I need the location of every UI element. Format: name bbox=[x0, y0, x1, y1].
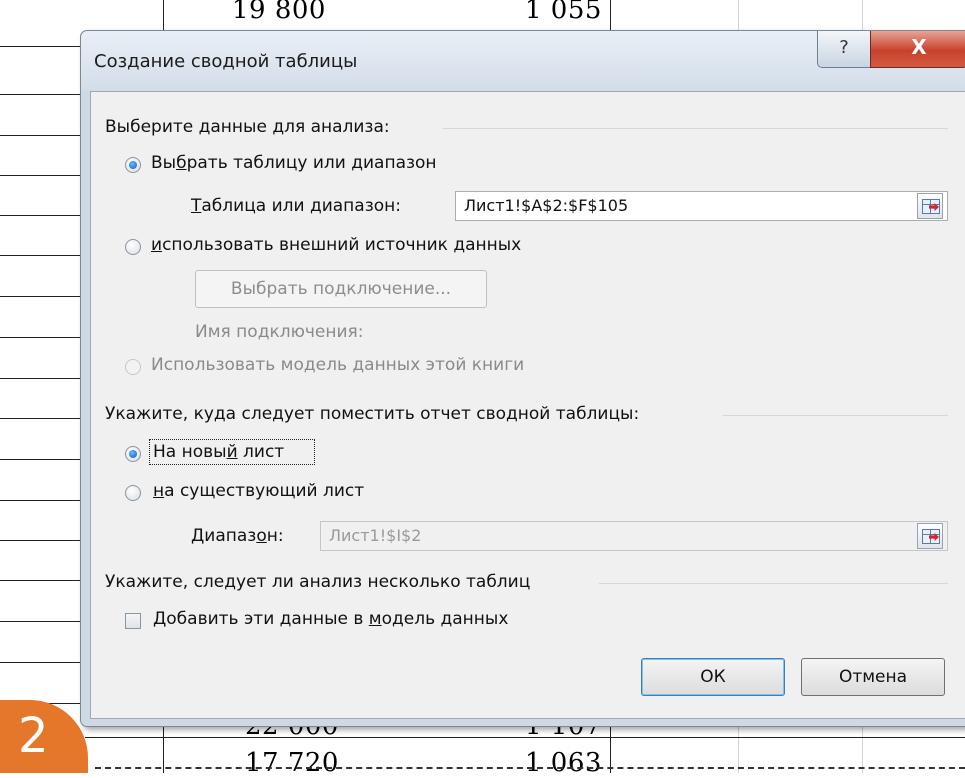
cell-value: 19 800 bbox=[232, 0, 326, 25]
row-gridline bbox=[0, 296, 80, 297]
row-gridline bbox=[0, 580, 80, 581]
row-gridline bbox=[0, 378, 80, 379]
cell-value: 17 720 bbox=[245, 748, 339, 778]
cell-value: 1 055 bbox=[525, 0, 602, 25]
row-gridline bbox=[0, 255, 80, 256]
dialog-body: Выберите данные для анализа: Выбрать таб… bbox=[90, 91, 965, 719]
row-gridline bbox=[0, 337, 80, 338]
row-gridline bbox=[0, 94, 80, 95]
help-icon: ? bbox=[839, 37, 849, 58]
create-pivot-table-dialog: Создание сводной таблицы ? X Выберите да… bbox=[80, 30, 965, 727]
radio-existing-sheet[interactable] bbox=[125, 485, 141, 501]
table-range-input[interactable]: Лист1!$A$2:$F$105 bbox=[455, 191, 948, 221]
cell-value: 1 063 bbox=[525, 748, 602, 778]
page-break-line bbox=[95, 767, 965, 769]
row-gridline bbox=[0, 621, 80, 622]
radio-select-table-label[interactable]: Выбрать таблицу или диапазон bbox=[151, 153, 437, 173]
add-to-data-model-label[interactable]: Добавить эти данные в модель данных bbox=[153, 609, 508, 629]
radio-use-data-model-label[interactable]: Использовать модель данных этой книги bbox=[151, 355, 524, 375]
placement-range-collapse-button[interactable] bbox=[917, 523, 943, 549]
row-gridline bbox=[0, 540, 80, 541]
row-gridline bbox=[0, 175, 80, 176]
section-divider bbox=[599, 583, 948, 584]
radio-external-source[interactable] bbox=[125, 239, 141, 255]
table-range-label: Таблица или диапазон: bbox=[191, 196, 401, 216]
radio-new-sheet[interactable] bbox=[125, 446, 141, 462]
row-gridline bbox=[0, 135, 80, 136]
placement-range-input[interactable]: Лист1!$I$2 bbox=[320, 521, 948, 551]
connection-name-label: Имя подключения: bbox=[195, 322, 364, 342]
section-divider bbox=[443, 128, 948, 129]
section-divider bbox=[723, 415, 948, 416]
help-button[interactable]: ? bbox=[817, 31, 871, 68]
dialog-title: Создание сводной таблицы bbox=[94, 51, 358, 72]
range-label: Диапазон: bbox=[191, 526, 284, 546]
section-title-placement: Укажите, куда следует поместить отчет св… bbox=[105, 404, 640, 424]
radio-use-data-model[interactable] bbox=[125, 359, 141, 375]
table-range-collapse-button[interactable] bbox=[917, 193, 943, 219]
row-gridline bbox=[0, 459, 80, 460]
cancel-button[interactable]: Отмена bbox=[801, 658, 945, 696]
ok-button[interactable]: ОК bbox=[641, 658, 785, 696]
radio-external-source-label[interactable]: использовать внешний источник данных bbox=[151, 235, 521, 255]
section-title-choose-data: Выберите данные для анализа: bbox=[105, 117, 390, 137]
row-gridline bbox=[0, 46, 80, 47]
row-gridline bbox=[0, 215, 80, 216]
close-icon: X bbox=[911, 35, 927, 59]
close-button[interactable]: X bbox=[870, 31, 965, 68]
section-title-multi-table: Укажите, следует ли анализ несколько таб… bbox=[105, 572, 531, 592]
row-gridline bbox=[0, 500, 80, 501]
add-to-data-model-checkbox[interactable] bbox=[125, 613, 141, 629]
focus-indicator bbox=[149, 439, 315, 465]
choose-connection-button[interactable]: Выбрать подключение... bbox=[195, 270, 487, 308]
radio-existing-sheet-label[interactable]: на существующий лист bbox=[153, 481, 364, 501]
row-gridline bbox=[0, 662, 80, 663]
radio-select-table[interactable] bbox=[125, 157, 141, 173]
row-gridline bbox=[0, 418, 80, 419]
